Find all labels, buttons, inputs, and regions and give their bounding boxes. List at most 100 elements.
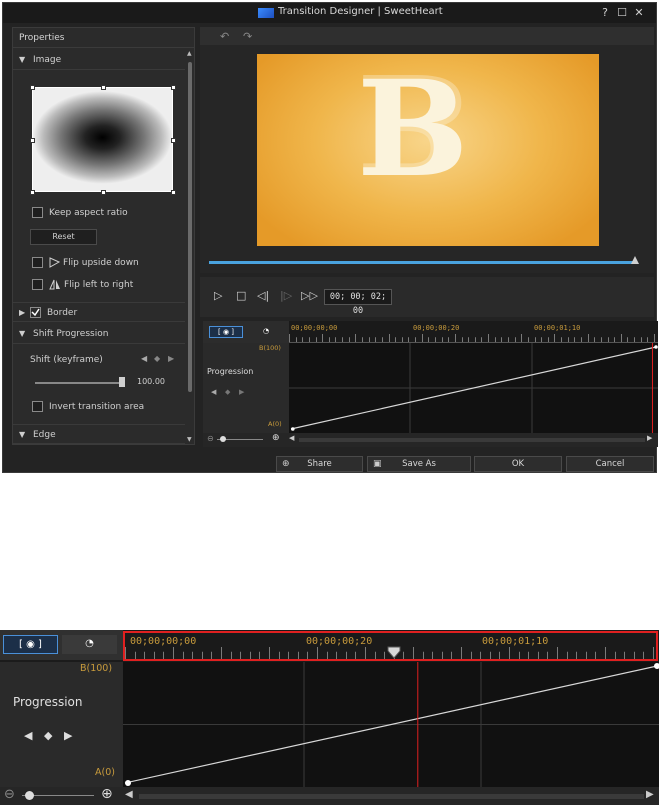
maximize-icon[interactable]: ☐ bbox=[616, 7, 628, 19]
value-bottom-label: A(0) bbox=[95, 767, 115, 778]
keyframe-next-icon[interactable]: ▶ bbox=[168, 354, 174, 363]
progression-graph[interactable] bbox=[123, 662, 659, 787]
fast-forward-icon[interactable]: ▷▷ bbox=[301, 289, 318, 302]
edge-section-header[interactable]: ▼ Edge bbox=[13, 424, 185, 444]
preview-area: B B bbox=[200, 45, 654, 273]
keyframe-add-icon[interactable]: ◆ bbox=[154, 354, 160, 363]
timeline-tabs: [ ◉ ] ◔ bbox=[0, 630, 123, 660]
image-section-label: Image bbox=[33, 55, 62, 65]
properties-panel: Properties ▼ Image Keep aspect ratio Res… bbox=[12, 27, 195, 445]
save-as-button-label: Save As bbox=[402, 459, 436, 469]
keep-aspect-label: Keep aspect ratio bbox=[49, 208, 128, 218]
progression-graph[interactable] bbox=[289, 343, 658, 433]
timeline-scrollbar[interactable] bbox=[139, 794, 644, 799]
close-icon[interactable]: ✕ bbox=[633, 7, 645, 19]
tab-timeline-keyframe[interactable]: [ ◉ ] bbox=[3, 635, 58, 654]
keep-aspect-checkbox[interactable] bbox=[32, 207, 43, 218]
zoom-in-icon[interactable]: ⊕ bbox=[101, 786, 113, 802]
timeline-scrollbar[interactable] bbox=[299, 438, 645, 442]
border-checkbox[interactable] bbox=[30, 307, 41, 318]
resize-handle[interactable] bbox=[171, 85, 176, 90]
track-header: Progression ◀ ◆ ▶ B(100) A(0) bbox=[0, 662, 123, 787]
next-frame-icon[interactable]: |▷ bbox=[280, 289, 292, 302]
scroll-left-icon[interactable]: ◀ bbox=[125, 789, 133, 800]
invert-checkbox[interactable] bbox=[32, 401, 43, 412]
resize-handle[interactable] bbox=[30, 190, 35, 195]
save-as-button[interactable]: ▣ Save As bbox=[367, 456, 471, 472]
expand-triangle-icon: ▶ bbox=[19, 308, 26, 317]
properties-scrollbar[interactable]: ▲ ▼ bbox=[186, 50, 194, 444]
keyframe-prev-icon[interactable]: ◀ bbox=[211, 388, 216, 396]
scrollbar-thumb[interactable] bbox=[188, 62, 192, 392]
scroll-left-icon[interactable]: ◀ bbox=[289, 434, 294, 442]
playback-controls: ▷ □ ◁| |▷ ▷▷ 00; 00; 02; 00 bbox=[200, 277, 654, 317]
zoom-slider-thumb[interactable] bbox=[220, 436, 226, 442]
scroll-right-icon[interactable]: ▶ bbox=[646, 789, 654, 800]
title-bar: Transition Designer | SweetHeart ? ☐ ✕ bbox=[3, 3, 656, 23]
tab-timeline-keyframe[interactable]: [ ◉ ] bbox=[209, 326, 243, 338]
flip-left-label: Flip left to right bbox=[64, 280, 134, 290]
properties-header: Properties bbox=[13, 28, 194, 48]
resize-handle[interactable] bbox=[30, 85, 35, 90]
border-section-header[interactable]: ▶ Border bbox=[13, 302, 185, 322]
share-button[interactable]: ⊕ Share bbox=[276, 456, 363, 472]
redo-icon[interactable]: ↷ bbox=[243, 30, 252, 43]
resize-handle[interactable] bbox=[101, 190, 106, 195]
timeline-ruler[interactable]: 00;00;00;00 00;00;00;20 00;00;01;10 bbox=[289, 321, 658, 343]
keyframe-prev-icon[interactable]: ◀ bbox=[141, 354, 147, 363]
seek-thumb[interactable] bbox=[631, 256, 639, 264]
stop-icon[interactable]: □ bbox=[236, 289, 246, 302]
timeline-zoom-bar: ⊖ ⊕ ◀ ▶ bbox=[0, 786, 659, 805]
keyframe-add-icon[interactable]: ◆ bbox=[225, 388, 230, 396]
scroll-up-icon[interactable]: ▲ bbox=[187, 50, 192, 57]
keyframe-next-icon[interactable]: ▶ bbox=[64, 729, 72, 742]
cancel-button[interactable]: Cancel bbox=[566, 456, 654, 472]
resize-handle[interactable] bbox=[171, 190, 176, 195]
keyframe-add-icon[interactable]: ◆ bbox=[44, 729, 52, 742]
flip-left-checkbox[interactable] bbox=[32, 279, 43, 290]
resize-handle[interactable] bbox=[171, 138, 176, 143]
shift-section-header[interactable]: ▼ Shift Progression bbox=[13, 324, 185, 344]
flip-upside-checkbox[interactable] bbox=[32, 257, 43, 268]
zoom-slider-thumb[interactable] bbox=[25, 791, 34, 800]
keyframe-point bbox=[125, 780, 131, 786]
keyframe-prev-icon[interactable]: ◀ bbox=[24, 729, 32, 742]
play-icon[interactable]: ▷ bbox=[214, 289, 222, 302]
keyframe-timeline: [ ◉ ] ◔ 00;00;00;00 00;00;00;20 00;00;01… bbox=[203, 321, 658, 447]
image-section-header[interactable]: ▼ Image bbox=[13, 50, 185, 70]
edit-toolbar: ↶ ↷ bbox=[200, 27, 654, 45]
border-section-label: Border bbox=[47, 308, 78, 318]
progression-track-label: Progression bbox=[207, 367, 254, 376]
shift-slider-track[interactable] bbox=[35, 382, 123, 384]
flip-upside-label: Flip upside down bbox=[63, 258, 139, 268]
edge-section-label: Edge bbox=[33, 430, 56, 440]
resize-handle[interactable] bbox=[30, 138, 35, 143]
timeline-zoom-bar: ⊖ ⊕ ◀ ▶ bbox=[203, 433, 658, 447]
timeline-ruler-highlighted[interactable]: 00;00;00;00 00;00;00;20 00;00;01;10 bbox=[123, 631, 658, 661]
reset-button[interactable]: Reset bbox=[30, 229, 97, 245]
track-header: Progression ◀ ◆ ▶ B(100) A(0) bbox=[203, 343, 289, 433]
scroll-right-icon[interactable]: ▶ bbox=[647, 434, 652, 442]
collapse-triangle-icon: ▼ bbox=[19, 430, 26, 439]
window-title: Transition Designer | SweetHeart bbox=[278, 6, 443, 17]
scroll-down-icon[interactable]: ▼ bbox=[187, 436, 192, 443]
shift-slider-thumb[interactable] bbox=[119, 377, 125, 387]
mask-image-preview[interactable] bbox=[30, 85, 176, 195]
zoom-out-icon[interactable]: ⊖ bbox=[4, 787, 15, 802]
zoom-out-icon[interactable]: ⊖ bbox=[207, 434, 214, 443]
undo-icon[interactable]: ↶ bbox=[220, 30, 229, 43]
ruler-tick-label: 00;00;01;10 bbox=[534, 324, 581, 332]
help-icon[interactable]: ? bbox=[599, 7, 611, 19]
preview-seek-bar[interactable] bbox=[209, 261, 636, 264]
keyframe-next-icon[interactable]: ▶ bbox=[239, 388, 244, 396]
tab-timeline-clock[interactable]: ◔ bbox=[249, 326, 283, 338]
resize-handle[interactable] bbox=[101, 85, 106, 90]
timecode-display[interactable]: 00; 00; 02; 00 bbox=[324, 289, 392, 316]
prev-frame-icon[interactable]: ◁| bbox=[257, 289, 269, 302]
ruler-tick-label: 00;00;00;00 bbox=[130, 636, 197, 647]
zoom-in-icon[interactable]: ⊕ bbox=[272, 433, 280, 443]
ok-button[interactable]: OK bbox=[474, 456, 562, 472]
tab-timeline-clock[interactable]: ◔ bbox=[62, 635, 117, 654]
playhead-marker-icon[interactable] bbox=[387, 646, 401, 660]
transition-designer-window: Transition Designer | SweetHeart ? ☐ ✕ P… bbox=[2, 2, 658, 473]
